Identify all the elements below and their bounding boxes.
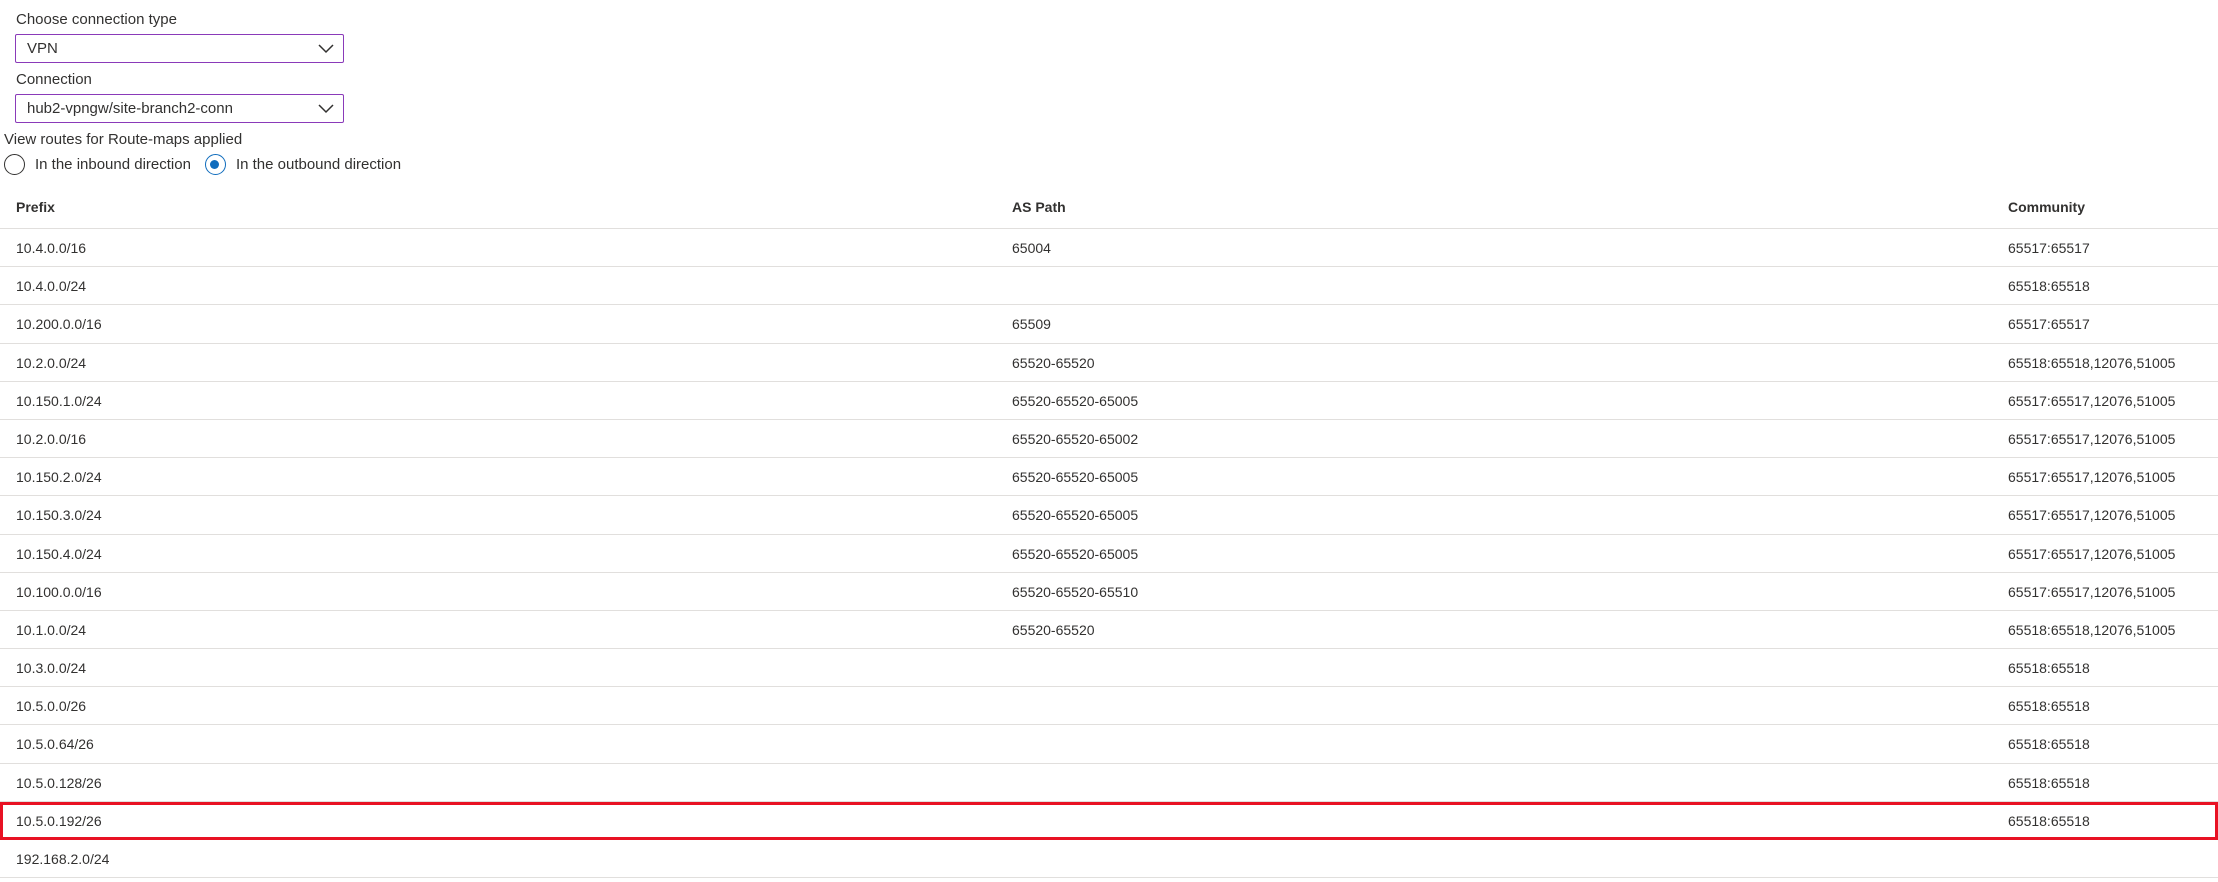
- chevron-down-icon: [318, 104, 334, 114]
- community-cell: 65518:65518: [2008, 736, 2090, 753]
- outbound-radio-option[interactable]: In the outbound direction: [204, 154, 402, 175]
- table-row[interactable]: 10.5.0.64/26 65518:65518: [0, 725, 2218, 764]
- prefix-cell: 10.2.0.0/16: [16, 430, 87, 447]
- community-cell: 65518:65518,12076,51005: [2008, 354, 2176, 371]
- table-row[interactable]: 10.4.0.0/24 65518:65518: [0, 267, 2218, 306]
- connection-type-dropdown[interactable]: VPN: [15, 34, 344, 63]
- connection-dropdown[interactable]: hub2-vpngw/site-branch2-conn: [15, 94, 344, 123]
- table-row[interactable]: 10.2.0.0/24 65520-65520 65518:65518,12076,…: [0, 344, 2218, 382]
- prefix-cell: 10.150.3.0/24: [16, 507, 102, 524]
- connection-type-label: Choose connection type: [16, 11, 177, 28]
- column-header-community[interactable]: Community: [2008, 199, 2085, 215]
- community-cell: 65517:65517: [2008, 240, 2090, 256]
- table-row[interactable]: 10.5.0.0/26 65518:65518: [0, 687, 2218, 726]
- prefix-cell: 10.5.0.64/26: [16, 736, 94, 753]
- table-row[interactable]: 10.5.0.192/26 65518:65518: [0, 801, 2218, 840]
- prefix-cell: 10.150.2.0/24: [16, 469, 102, 486]
- community-cell: 65517:65517,12076,51005: [2008, 392, 2176, 409]
- table-row[interactable]: 10.2.0.0/16 65520-65520-65002 65517:65517,…: [0, 420, 2218, 459]
- table-row[interactable]: 10.5.0.128/26 65518:65518: [0, 764, 2218, 802]
- table-row[interactable]: 10.100.0.0/16 65520-65520-65510 65517:6551…: [0, 573, 2218, 611]
- prefix-cell: 10.5.0.0/26: [16, 698, 87, 715]
- table-row[interactable]: 10.150.4.0/24 65520-65520-65005 65517:6551…: [0, 535, 2218, 573]
- prefix-cell: 10.200.0.0/16: [16, 316, 102, 333]
- as-path-cell: 65520-65520-65510: [1012, 583, 1139, 600]
- prefix-cell: 10.150.1.0/24: [16, 392, 102, 409]
- prefix-cell: 10.5.0.128/26: [16, 774, 102, 791]
- outbound-radio-button[interactable]: [204, 154, 226, 175]
- table-row[interactable]: 10.150.1.0/24 65520-65520-65005 65517:6551…: [0, 382, 2218, 420]
- inbound-radio-option[interactable]: In the inbound direction: [4, 154, 191, 175]
- community-cell: 65517:65517,12076,51005: [2008, 507, 2176, 524]
- community-cell: 65517:65517,12076,51005: [2008, 545, 2176, 562]
- table-row[interactable]: 192.168.2.0/24: [0, 840, 2218, 879]
- community-cell: 65518:65518: [2008, 660, 2090, 677]
- connection-label: Connection: [16, 71, 92, 88]
- table-row[interactable]: 10.150.2.0/24 65520-65520-65005 65517:6551…: [0, 458, 2218, 497]
- prefix-cell: 10.3.0.0/24: [16, 660, 87, 677]
- column-header-as-path[interactable]: AS Path: [1012, 199, 1066, 215]
- prefix-cell: 10.1.0.0/24: [16, 621, 87, 638]
- table-row[interactable]: 10.200.0.0/16 65509 65517:65517: [0, 305, 2218, 344]
- connection-value: hub2-vpngw/site-branch2-conn: [27, 100, 233, 117]
- prefix-cell: 192.168.2.0/24: [16, 851, 110, 867]
- prefix-cell: 10.150.4.0/24: [16, 545, 102, 562]
- prefix-cell: 10.2.0.0/24: [16, 354, 87, 371]
- chevron-down-icon: [318, 44, 334, 54]
- table-row[interactable]: 10.3.0.0/24 65518:65518: [0, 649, 2218, 688]
- as-path-cell: 65520-65520-65005: [1012, 469, 1139, 486]
- as-path-cell: 65520-65520-65005: [1012, 545, 1139, 562]
- community-cell: 65517:65517,12076,51005: [2008, 469, 2176, 486]
- as-path-cell: 65004: [1012, 240, 1051, 256]
- connection-type-value: VPN: [27, 40, 58, 57]
- community-cell: 65518:65518: [2008, 774, 2090, 791]
- table-row[interactable]: 10.1.0.0/24 65520-65520 65518:65518,12076,…: [0, 611, 2218, 650]
- outbound-radio-label: In the outbound direction: [235, 155, 402, 173]
- as-path-cell: 65520-65520: [1012, 621, 1095, 638]
- as-path-cell: 65520-65520-65005: [1012, 507, 1139, 524]
- as-path-cell: 65520-65520: [1012, 354, 1095, 371]
- inbound-radio-label: In the inbound direction: [35, 155, 191, 173]
- community-cell: 65517:65517,12076,51005: [2008, 583, 2176, 600]
- prefix-cell: 10.5.0.192/26: [16, 812, 102, 829]
- routes-table: Prefix AS Path Community 10.4.0.0/16 6500…: [0, 193, 2218, 879]
- community-cell: 65517:65517: [2008, 316, 2090, 333]
- community-cell: 65518:65518,12076,51005: [2008, 621, 2176, 638]
- column-header-prefix[interactable]: Prefix: [16, 199, 55, 215]
- as-path-cell: 65520-65520-65002: [1012, 430, 1139, 447]
- community-cell: 65518:65518: [2008, 812, 2090, 829]
- community-cell: 65518:65518: [2008, 698, 2090, 715]
- prefix-cell: 10.4.0.0/24: [16, 278, 87, 295]
- as-path-cell: 65520-65520-65005: [1012, 392, 1139, 409]
- inbound-radio-button[interactable]: [4, 154, 25, 175]
- prefix-cell: 10.4.0.0/16: [16, 240, 87, 256]
- as-path-cell: 65509: [1012, 316, 1051, 333]
- route-maps-radio-group: In the inbound direction In the outbound…: [4, 154, 401, 175]
- table-body: 10.4.0.0/16 65004 65517:65517 10.4.0.0/24 65…: [0, 229, 2218, 879]
- prefix-cell: 10.100.0.0/16: [16, 583, 102, 600]
- route-maps-label: View routes for Route-maps applied: [4, 131, 243, 148]
- table-row[interactable]: 10.150.3.0/24 65520-65520-65005 65517:6551…: [0, 496, 2218, 535]
- table-row[interactable]: 10.4.0.0/16 65004 65517:65517: [0, 229, 2218, 268]
- table-header: Prefix AS Path Community: [0, 193, 2218, 229]
- community-cell: 65518:65518: [2008, 278, 2090, 295]
- community-cell: 65517:65517,12076,51005: [2008, 430, 2176, 447]
